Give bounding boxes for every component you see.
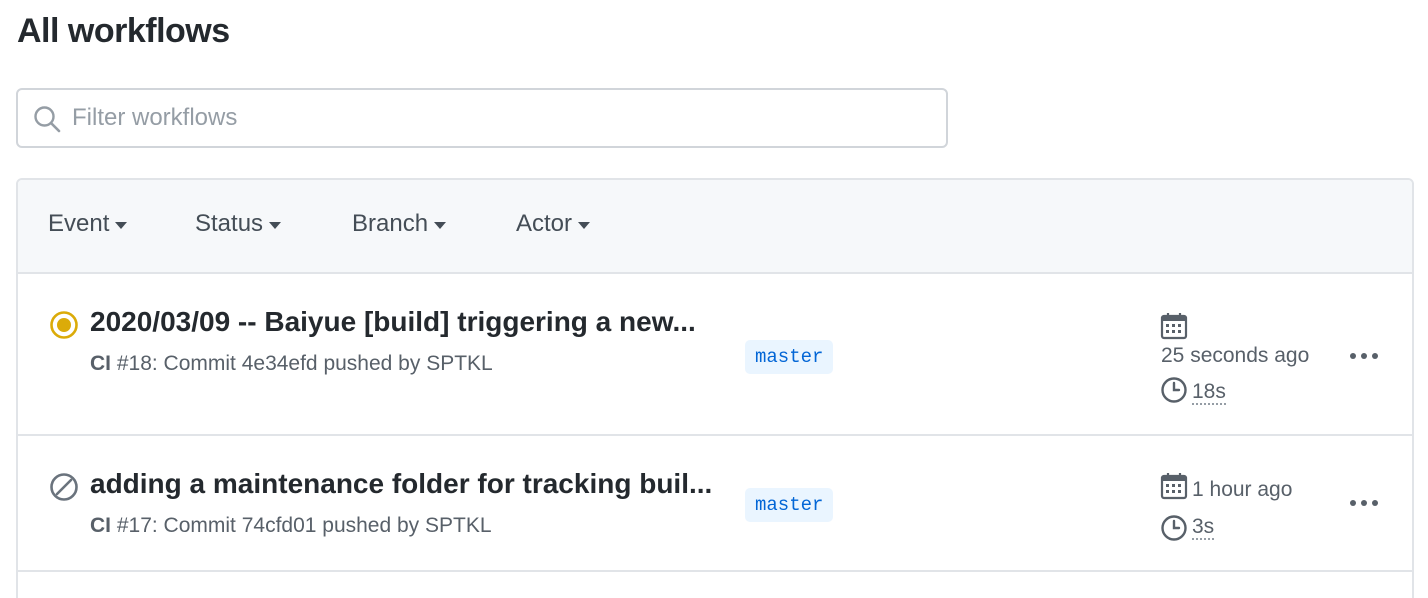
actor-filter-menu[interactable]: Actor xyxy=(516,210,591,238)
workflow-run-row[interactable]: 2020/03/09 -- Baiyue [build] triggering … xyxy=(18,274,1412,436)
run-title-link[interactable]: adding a maintenance folder for tracking… xyxy=(90,468,712,500)
workflow-runs-list: Event Status Branch Actor 2020/03/09 -- … xyxy=(16,178,1414,598)
event-filter-menu[interactable]: Event xyxy=(48,210,128,238)
branch-filter-label: Branch xyxy=(352,210,429,237)
cancelled-status-icon xyxy=(50,473,78,501)
run-meta-text: #18: Commit 4e34efd pushed by SPTKL xyxy=(111,352,493,375)
workflow-name: CI xyxy=(90,514,111,537)
calendar-icon xyxy=(1160,313,1188,340)
filter-bar: Event Status Branch Actor xyxy=(18,180,1412,274)
chevron-down-icon xyxy=(269,222,282,229)
run-meta-text: #17: Commit 74cfd01 pushed by SPTKL xyxy=(111,514,492,537)
filter-workflows-box[interactable] xyxy=(16,88,948,148)
workflow-name: CI xyxy=(90,352,111,375)
branch-tag[interactable]: master xyxy=(745,340,834,374)
run-title-link[interactable]: 2020/03/09 -- Baiyue [build] triggering … xyxy=(90,306,696,338)
workflow-run-row[interactable]: adding a maintenance folder for tracking… xyxy=(18,436,1412,572)
status-filter-label: Status xyxy=(195,210,264,237)
more-options-icon[interactable] xyxy=(1349,498,1379,508)
chevron-down-icon xyxy=(434,222,447,229)
more-options-icon[interactable] xyxy=(1349,351,1379,361)
run-duration: 18s xyxy=(1192,380,1226,405)
search-icon xyxy=(34,106,61,133)
run-meta: CI #17: Commit 74cfd01 pushed by SPTKL xyxy=(90,514,492,538)
clock-icon xyxy=(1161,515,1187,541)
run-timestamp: 25 seconds ago xyxy=(1161,344,1310,367)
chevron-down-icon xyxy=(115,222,128,229)
run-meta: CI #18: Commit 4e34efd pushed by SPTKL xyxy=(90,352,493,376)
chevron-down-icon xyxy=(578,222,591,229)
page-title: All workflows xyxy=(17,12,230,50)
run-timestamp: 1 hour ago xyxy=(1192,478,1293,501)
actor-filter-label: Actor xyxy=(516,210,573,237)
run-duration: 3s xyxy=(1192,515,1215,540)
status-filter-menu[interactable]: Status xyxy=(195,210,282,238)
branch-filter-menu[interactable]: Branch xyxy=(352,210,447,238)
branch-tag[interactable]: master xyxy=(745,488,834,522)
clock-icon xyxy=(1161,377,1187,403)
filter-workflows-input[interactable] xyxy=(72,100,932,136)
event-filter-label: Event xyxy=(48,210,110,237)
calendar-icon xyxy=(1160,473,1188,500)
in-progress-status-icon xyxy=(50,311,78,339)
